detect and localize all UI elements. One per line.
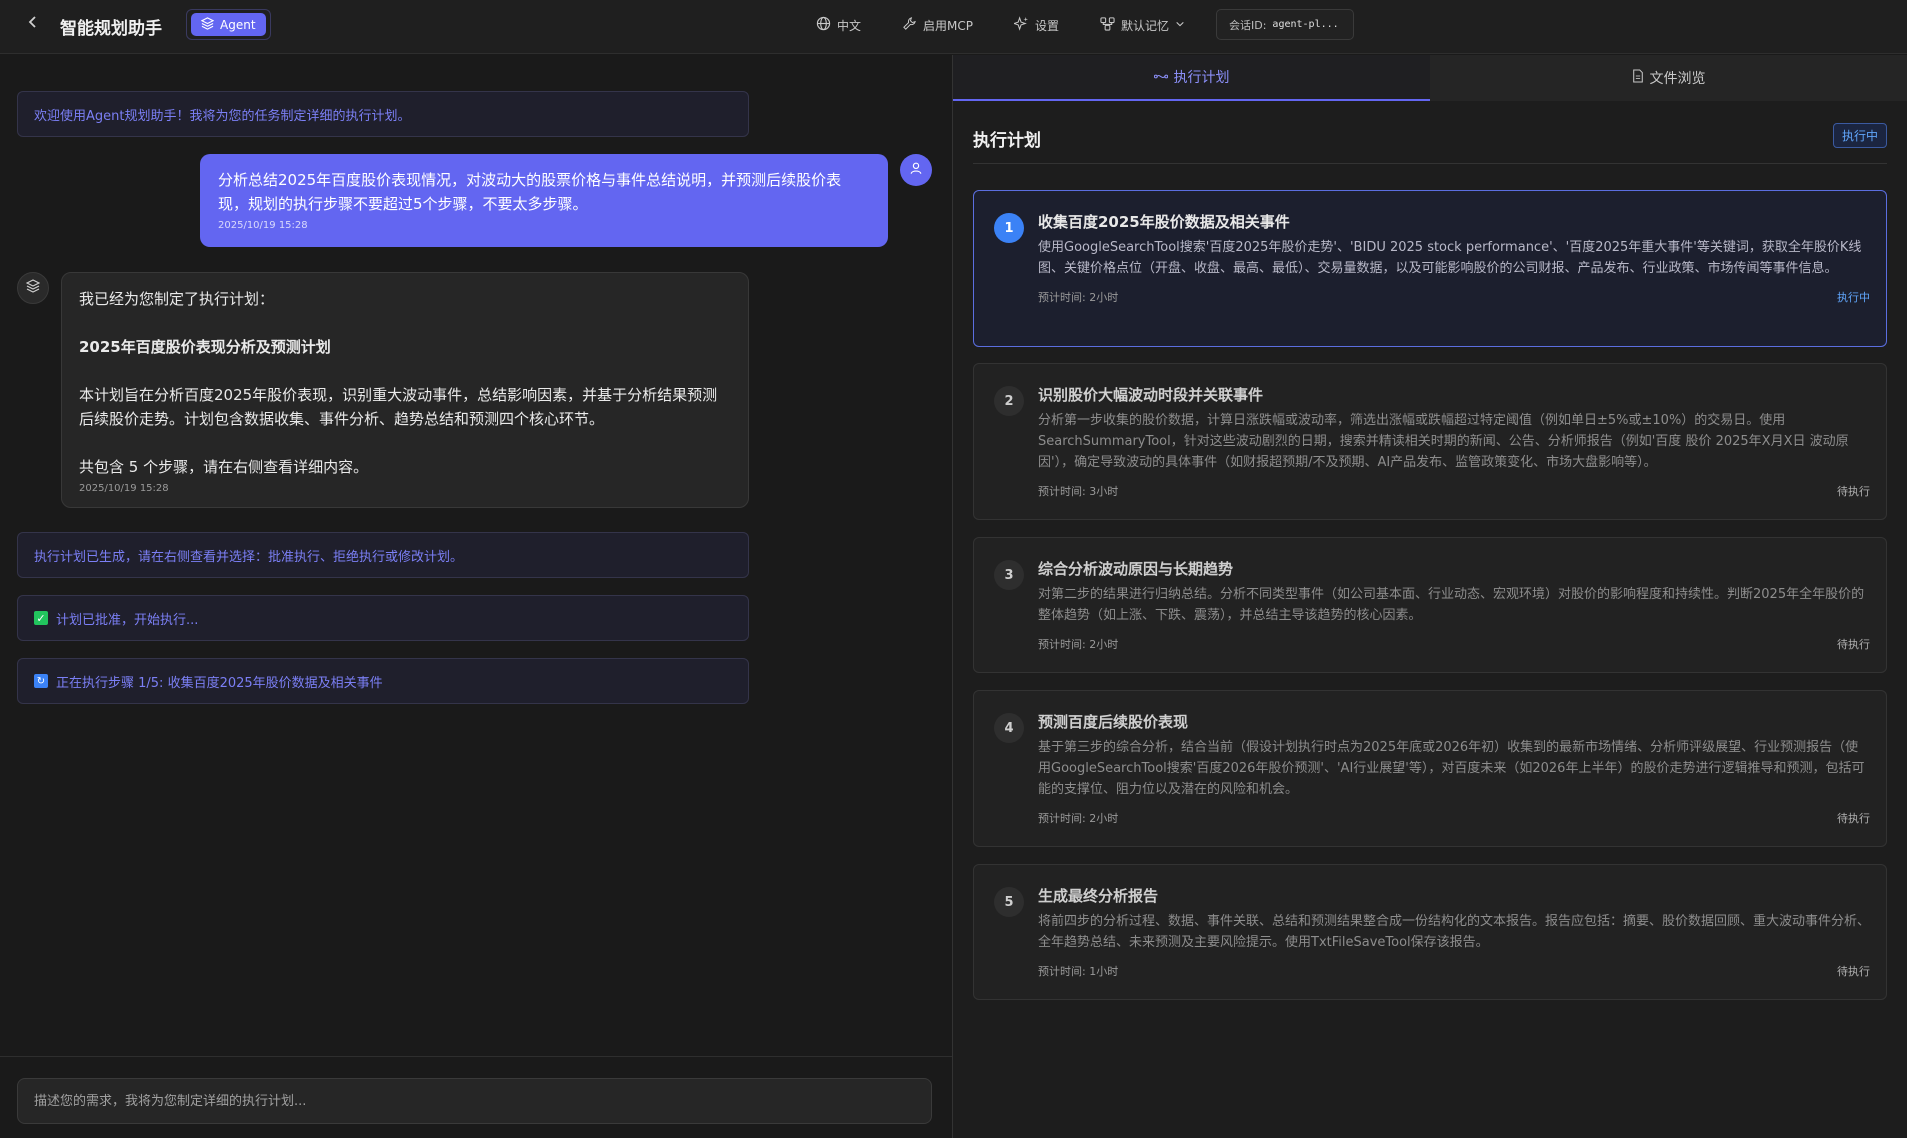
welcome-message: 欢迎使用Agent规划助手！我将为您的任务制定详细的执行计划。 xyxy=(17,91,749,137)
bot-message-body: 本计划旨在分析百度2025年股价表现，识别重大波动事件，总结影响因素，并基于分析… xyxy=(79,386,718,428)
step-title: 生成最终分析报告 xyxy=(1038,887,1159,905)
plan-step-4[interactable]: 4 预测百度后续股价表现 基于第三步的综合分析，结合当前（假设计划执行时点为20… xyxy=(973,690,1887,847)
step-status: 待执行 xyxy=(1837,485,1870,498)
plan-step-2[interactable]: 2 识别股价大幅波动时段并关联事件 分析第一步收集的股价数据，计算日涨跌幅或波动… xyxy=(973,363,1887,520)
step-title: 收集百度2025年股价数据及相关事件 xyxy=(1038,213,1290,231)
step-title: 综合分析波动原因与长期趋势 xyxy=(1038,560,1234,578)
settings-button[interactable]: 设置 xyxy=(1012,16,1060,34)
step-number: 3 xyxy=(994,560,1024,590)
step-status: 待执行 xyxy=(1837,638,1870,651)
chat-input[interactable] xyxy=(17,1078,932,1124)
step-number: 1 xyxy=(994,213,1024,243)
user-message-text: 分析总结2025年百度股价表现情况，对波动大的股票价格与事件总结说明，并预测后续… xyxy=(218,171,842,213)
panel-tabs: 执行计划 文件浏览 xyxy=(953,55,1907,101)
bot-message-bubble: 我已经为您制定了执行计划： 2025年百度股价表现分析及预测计划 本计划旨在分析… xyxy=(61,272,749,508)
bot-avatar xyxy=(17,272,49,304)
step-status: 执行中 xyxy=(1837,291,1870,304)
tab-files-label: 文件浏览 xyxy=(1649,71,1706,87)
refresh-icon: ↻ xyxy=(34,674,48,688)
step-number: 2 xyxy=(994,386,1024,416)
plan-status-badge: 执行中 xyxy=(1832,123,1887,148)
tab-execution-plan[interactable]: 执行计划 xyxy=(953,55,1430,101)
plan-title: 执行计划 xyxy=(973,131,1041,151)
executing-step-message: ↻ 正在执行步骤 1/5: 收集百度2025年股价数据及相关事件 xyxy=(17,658,749,704)
step-title: 识别股价大幅波动时段并关联事件 xyxy=(1038,386,1264,404)
enable-mcp-button[interactable]: 启用MCP xyxy=(902,16,973,34)
back-icon[interactable] xyxy=(24,13,42,31)
check-icon: ✓ xyxy=(34,611,48,625)
memory-icon xyxy=(1100,16,1115,34)
step-description: 分析第一步收集的股价数据，计算日涨跌幅或波动率，筛选出涨幅或跌幅超过特定阈值（例… xyxy=(1038,413,1849,470)
file-icon xyxy=(1632,69,1644,87)
step-time: 预计时间: 2小时 xyxy=(1038,638,1119,651)
step-description: 使用GoogleSearchTool搜索'百度2025年股价走势'、'BIDU … xyxy=(1038,240,1862,276)
bot-message-footer: 共包含 5 个步骤，请在右侧查看详细内容。 xyxy=(79,458,369,476)
step-status: 待执行 xyxy=(1837,812,1870,825)
tab-file-browser[interactable]: 文件浏览 xyxy=(1430,55,1907,101)
agent-mode-button[interactable]: Agent xyxy=(186,9,271,40)
session-id-box[interactable]: 会话ID: agent-pl... xyxy=(1216,9,1354,40)
globe-icon xyxy=(816,16,831,34)
step-title: 预测百度后续股价表现 xyxy=(1038,713,1189,731)
language-button[interactable]: 中文 xyxy=(816,16,861,34)
step-number: 5 xyxy=(994,887,1024,917)
welcome-text: 欢迎使用Agent规划助手！我将为您的任务制定详细的执行计划。 xyxy=(34,108,411,124)
agent-label: Agent xyxy=(220,17,256,32)
step-description: 基于第三步的综合分析，结合当前（假设计划执行时点为2025年底或2026年初）收… xyxy=(1038,740,1865,797)
step-time: 预计时间: 3小时 xyxy=(1038,485,1119,498)
top-header: 智能规划助手 Agent 中文 启用MCP 设置 默认记忆 会话ID: agen… xyxy=(0,0,1907,54)
app-title: 智能规划助手 xyxy=(60,19,162,39)
session-id-value: agent-pl... xyxy=(1272,19,1339,30)
bot-message-intro: 我已经为您制定了执行计划： xyxy=(79,290,275,308)
tab-plan-label: 执行计划 xyxy=(1173,70,1230,86)
step-time: 预计时间: 2小时 xyxy=(1038,291,1119,304)
chat-panel: 欢迎使用Agent规划助手！我将为您的任务制定详细的执行计划。 分析总结2025… xyxy=(0,55,952,1138)
plan-panel: 执行计划 文件浏览 执行计划 执行中 1 收集百度2025年股价数据及相关事件 … xyxy=(953,55,1907,1138)
step-description: 对第二步的结果进行归纳总结。分析不同类型事件（如公司基本面、行业动态、宏观环境）… xyxy=(1038,587,1865,623)
bot-message-plan-title: 2025年百度股价表现分析及预测计划 xyxy=(79,338,331,356)
user-avatar xyxy=(900,154,932,186)
language-label: 中文 xyxy=(837,18,862,33)
memory-label: 默认记忆 xyxy=(1121,18,1170,33)
step-number: 4 xyxy=(994,713,1024,743)
chevron-down-icon xyxy=(1175,18,1185,32)
user-icon xyxy=(909,161,923,179)
user-message-bubble: 分析总结2025年百度股价表现情况，对波动大的股票价格与事件总结说明，并预测后续… xyxy=(200,154,888,247)
step-status: 待执行 xyxy=(1837,965,1870,978)
user-message-time: 2025/10/19 15:28 xyxy=(218,220,308,231)
wrench-icon xyxy=(902,16,917,34)
plan-generated-message: 执行计划已生成，请在右侧查看并选择：批准执行、拒绝执行或修改计划。 xyxy=(17,532,749,578)
bot-message-time: 2025/10/19 15:28 xyxy=(79,483,169,494)
executing-step-text: 正在执行步骤 1/5: 收集百度2025年股价数据及相关事件 xyxy=(56,675,383,691)
settings-label: 设置 xyxy=(1035,18,1060,33)
chat-input-area xyxy=(0,1056,952,1138)
layers-icon xyxy=(25,279,41,297)
plan-step-1[interactable]: 1 收集百度2025年股价数据及相关事件 使用GoogleSearchTool搜… xyxy=(973,190,1887,347)
step-description: 将前四步的分析过程、数据、事件关联、总结和预测结果整合成一份结构化的文本报告。报… xyxy=(1038,914,1871,950)
plan-generated-text: 执行计划已生成，请在右侧查看并选择：批准执行、拒绝执行或修改计划。 xyxy=(34,549,464,565)
route-icon xyxy=(1153,69,1168,85)
plan-approved-message: ✓ 计划已批准，开始执行... xyxy=(17,595,749,641)
plan-divider xyxy=(973,163,1887,164)
layers-icon xyxy=(200,16,215,33)
plan-step-5[interactable]: 5 生成最终分析报告 将前四步的分析过程、数据、事件关联、总结和预测结果整合成一… xyxy=(973,864,1887,1000)
plan-approved-text: 计划已批准，开始执行... xyxy=(56,612,199,628)
memory-dropdown[interactable]: 默认记忆 xyxy=(1100,16,1185,34)
session-label: 会话ID: xyxy=(1229,18,1267,32)
step-time: 预计时间: 2小时 xyxy=(1038,812,1119,825)
step-time: 预计时间: 1小时 xyxy=(1038,965,1119,978)
sparkle-icon xyxy=(1012,16,1029,34)
mcp-label: 启用MCP xyxy=(923,18,973,33)
plan-step-3[interactable]: 3 综合分析波动原因与长期趋势 对第二步的结果进行归纳总结。分析不同类型事件（如… xyxy=(973,537,1887,673)
